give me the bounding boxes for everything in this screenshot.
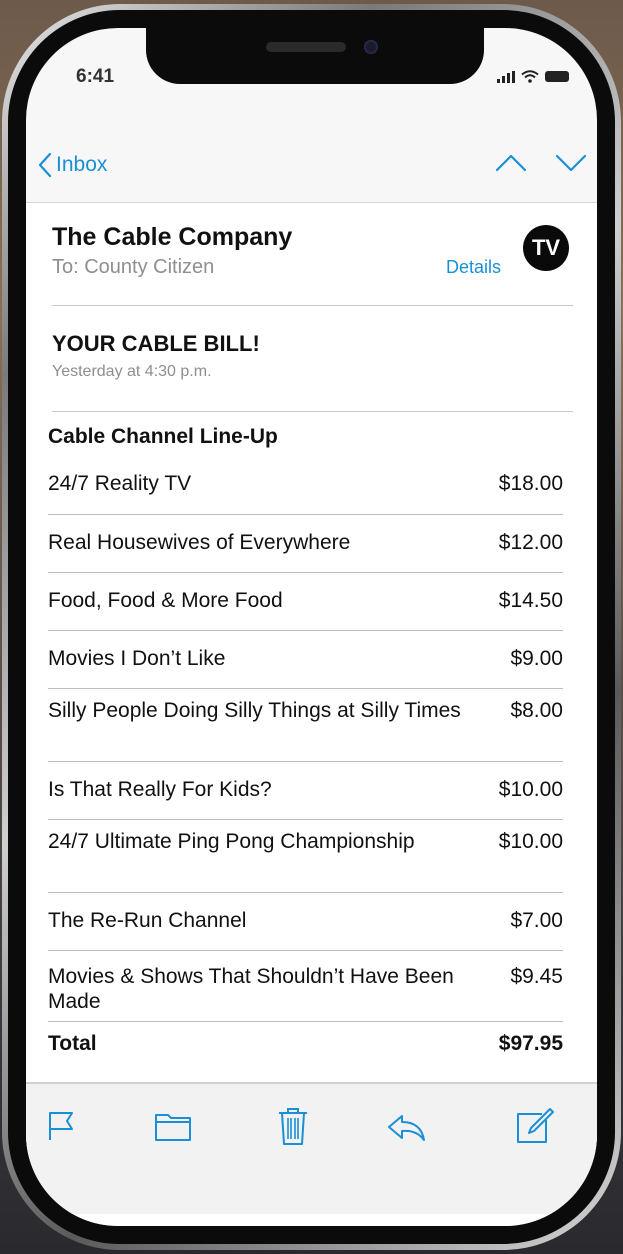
channel-name: Real Housewives of Everywhere	[48, 531, 351, 554]
channel-price: $8.00	[510, 699, 563, 722]
folder-icon	[155, 1114, 191, 1141]
previous-message-button[interactable]	[495, 154, 527, 177]
channel-name: The Re-Run Channel	[48, 909, 247, 932]
email-date: Yesterday at 4:30 p.m.	[52, 363, 212, 380]
channel-name: Food, Food & More Food	[48, 589, 283, 612]
bill-row: Is That Really For Kids? $10.00	[48, 762, 563, 820]
bill-row: The Re-Run Channel $7.00	[48, 893, 563, 951]
email-subject: YOUR CABLE BILL!	[52, 331, 260, 356]
compose-button[interactable]	[514, 1106, 554, 1151]
status-icons	[497, 70, 569, 83]
next-message-button[interactable]	[555, 154, 587, 177]
front-camera	[364, 40, 378, 54]
channel-price: $9.45	[510, 965, 563, 988]
channel-name: Is That Really For Kids?	[48, 778, 272, 801]
channel-name: Movies I Don’t Like	[48, 647, 226, 670]
channel-price: $10.00	[498, 830, 563, 853]
channel-name: 24/7 Ultimate Ping Pong Championship	[48, 830, 415, 853]
channel-price: $18.00	[498, 472, 563, 495]
chevron-up-icon	[495, 154, 527, 172]
battery-icon	[545, 71, 569, 82]
channel-name: 24/7 Reality TV	[48, 472, 192, 495]
bill-row: Movies I Don’t Like $9.00	[48, 631, 563, 689]
bill-heading: Cable Channel Line-Up	[48, 425, 278, 448]
subject-header: YOUR CABLE BILL! Yesterday at 4:30 p.m.	[52, 307, 573, 412]
reply-icon	[388, 1115, 425, 1141]
back-label: Inbox	[56, 153, 108, 176]
compose-icon	[517, 1108, 554, 1143]
bill-row: Movies & Shows That Shouldn’t Have Been …	[48, 951, 563, 1022]
chevron-down-icon	[555, 154, 587, 172]
bill-table: Cable Channel Line-Up 24/7 Reality TV $1…	[48, 425, 563, 1062]
details-link[interactable]: Details	[446, 257, 501, 278]
phone-frame: 6:41 Inbox The Cable Company To: County …	[2, 4, 621, 1250]
bill-total-row: Total $97.95	[48, 1022, 563, 1062]
message-nav-arrows	[495, 154, 587, 177]
nav-bar: Inbox	[26, 126, 597, 203]
flag-button[interactable]	[46, 1110, 76, 1147]
channel-price: $14.50	[498, 589, 563, 612]
bill-row: Real Housewives of Everywhere $12.00	[48, 515, 563, 573]
message-body: The Cable Company To: County Citizen Det…	[26, 203, 597, 1226]
channel-name: Silly People Doing Silly Things at Silly…	[48, 699, 461, 722]
bill-row: 24/7 Reality TV $18.00	[48, 461, 563, 515]
cellular-signal-icon	[497, 70, 515, 83]
reply-button[interactable]	[386, 1114, 426, 1147]
flag-icon	[49, 1112, 73, 1140]
bottom-toolbar	[26, 1082, 597, 1214]
sender-header: The Cable Company To: County Citizen Det…	[52, 223, 573, 306]
phone-bezel: 6:41 Inbox The Cable Company To: County …	[8, 10, 615, 1244]
trash-icon	[279, 1108, 307, 1145]
notch	[146, 28, 484, 84]
move-to-folder-button[interactable]	[154, 1110, 192, 1147]
channel-name: Movies & Shows That Shouldn’t Have Been …	[48, 965, 454, 1013]
total-label: Total	[48, 1032, 97, 1055]
channel-price: $12.00	[498, 531, 563, 554]
bill-row: Silly People Doing Silly Things at Silly…	[48, 689, 563, 762]
status-time: 6:41	[76, 66, 115, 87]
speaker-grille	[266, 42, 346, 52]
channel-price: $9.00	[510, 647, 563, 670]
channel-price: $7.00	[510, 909, 563, 932]
sender-avatar[interactable]: TV	[523, 225, 569, 271]
total-value: $97.95	[498, 1032, 563, 1055]
bill-row: 24/7 Ultimate Ping Pong Championship $10…	[48, 820, 563, 893]
delete-button[interactable]	[276, 1106, 310, 1151]
chevron-left-icon	[38, 152, 52, 178]
channel-price: $10.00	[498, 778, 563, 801]
phone-screen: 6:41 Inbox The Cable Company To: County …	[26, 28, 597, 1226]
back-to-inbox-button[interactable]: Inbox	[38, 152, 107, 178]
bill-row: Food, Food & More Food $14.50	[48, 573, 563, 631]
sender-name: The Cable Company	[52, 223, 293, 251]
wifi-icon	[521, 70, 539, 83]
